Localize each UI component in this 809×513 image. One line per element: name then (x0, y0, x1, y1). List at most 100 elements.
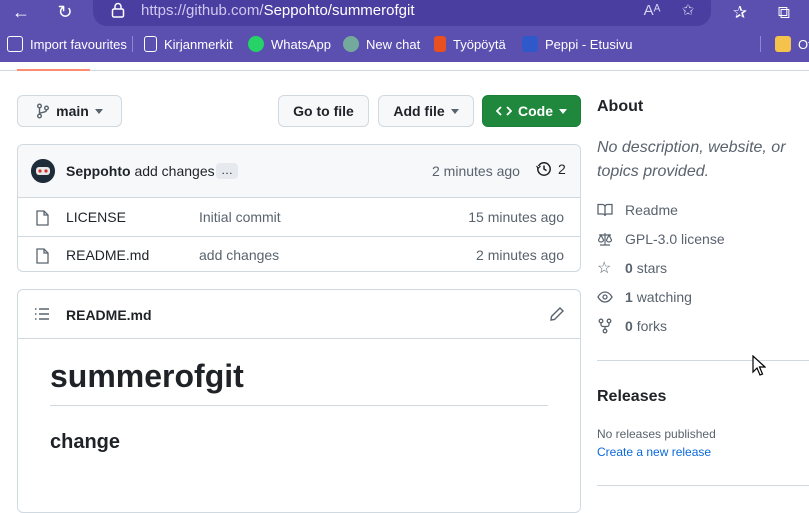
create-release-link[interactable]: Create a new release (597, 445, 711, 459)
fav-tyopoyta[interactable]: Työpöytä (434, 35, 506, 53)
refresh-icon[interactable]: ↻ (52, 0, 78, 24)
pencil-icon[interactable] (549, 306, 565, 322)
forks-count: 0 (625, 318, 633, 334)
add-file-button[interactable]: Add file (378, 95, 474, 127)
branch-select-button[interactable]: main (17, 95, 122, 127)
file-name[interactable]: LICENSE (66, 209, 126, 225)
github-repo-page: main Go to file Add file Code Seppohto a… (0, 62, 809, 513)
page-icon (144, 36, 157, 52)
code-label: Code (518, 103, 553, 119)
heading-divider (50, 405, 548, 406)
readme-link[interactable]: Readme (597, 200, 678, 220)
history-icon (536, 162, 551, 176)
tab-underline (0, 70, 809, 71)
releases-title[interactable]: Releases (597, 388, 666, 406)
fav-folder[interactable]: Ot (775, 35, 809, 53)
address-bar[interactable]: https://github.com/Seppohto/summerofgit … (93, 0, 711, 26)
go-to-file-label: Go to file (293, 103, 354, 119)
readme-subheading: change (50, 431, 121, 453)
lock-icon (111, 2, 125, 18)
collections-icon[interactable]: ⧉ (772, 2, 796, 24)
whatsapp-icon (248, 36, 264, 52)
license-link[interactable]: GPL-3.0 license (597, 229, 725, 249)
file-commit-message[interactable]: add changes (199, 247, 279, 263)
fav-label: Kirjanmerkit (164, 36, 233, 52)
readme-label: Readme (625, 202, 678, 218)
file-icon (36, 248, 49, 264)
stars-label: stars (636, 260, 668, 276)
branch-name: main (56, 103, 89, 119)
commit-time: 2 minutes ago (432, 163, 520, 179)
fav-label: New chat (366, 36, 421, 52)
readme-panel: README.md summerofgit change (17, 289, 581, 513)
watching-link[interactable]: 1 watching (597, 287, 692, 307)
file-list: Seppohto add changes … 2 minutes ago 2 L… (17, 144, 581, 272)
star-icon: ☆ (597, 260, 612, 277)
fav-label: Työpöytä (453, 36, 506, 52)
about-description: No description, website, or topics provi… (597, 139, 786, 180)
file-name[interactable]: README.md (66, 247, 149, 263)
code-button[interactable]: Code (482, 95, 581, 127)
fav-label: Ot (798, 36, 809, 52)
read-aloud-icon[interactable]: Aᴬ (641, 0, 663, 22)
tab-active-indicator (17, 69, 90, 71)
commit-author[interactable]: Seppohto (66, 163, 131, 179)
watching-count: 1 (625, 289, 633, 305)
stars-link[interactable]: ☆ 0 stars (597, 258, 667, 278)
peppi-icon (522, 36, 538, 52)
readme-filename: README.md (66, 307, 152, 323)
latest-commit-bar: Seppohto add changes … 2 minutes ago 2 (18, 145, 580, 198)
stars-count: 0 (625, 260, 633, 276)
law-icon (597, 233, 613, 246)
fav-whatsapp[interactable]: WhatsApp (248, 35, 331, 53)
add-file-label: Add file (393, 103, 445, 119)
about-title: About (597, 98, 644, 115)
file-time: 15 minutes ago (468, 209, 564, 225)
avatar[interactable] (31, 159, 55, 183)
fav-label: Peppi - Etusivu (545, 36, 633, 52)
moodle-icon (434, 36, 446, 52)
code-icon (496, 106, 512, 116)
releases-empty-text: No releases published (597, 427, 716, 441)
list-icon[interactable] (34, 307, 50, 321)
file-commit-message[interactable]: Initial commit (199, 209, 281, 225)
forks-link[interactable]: 0 forks (597, 316, 667, 336)
fork-icon (598, 318, 612, 334)
chevron-down-icon (559, 108, 567, 114)
favorites-bar: Import favourites Kirjanmerkit WhatsApp … (0, 26, 809, 62)
fav-label: WhatsApp (271, 36, 331, 52)
license-label: GPL-3.0 license (625, 231, 725, 247)
file-row[interactable]: README.md add changes 2 minutes ago (18, 236, 580, 273)
readme-header: README.md (18, 290, 580, 339)
divider (760, 36, 761, 52)
go-to-file-button[interactable]: Go to file (278, 95, 369, 127)
file-time: 2 minutes ago (476, 247, 564, 263)
commit-summary: Seppohto add changes (66, 163, 215, 179)
sidebar-divider (597, 360, 809, 361)
sidebar-divider (597, 485, 809, 486)
eye-icon (597, 291, 613, 303)
book-icon (597, 203, 613, 217)
url-text: https://github.com/Seppohto/summerofgit (141, 2, 415, 19)
commit-expand-button[interactable]: … (216, 163, 238, 179)
readme-heading: summerofgit (50, 358, 244, 394)
chatgpt-icon (343, 36, 359, 52)
forks-label: forks (636, 318, 668, 334)
favorites-icon[interactable]: ✰ (728, 2, 752, 24)
branch-icon (37, 103, 50, 119)
fav-new-chat[interactable]: New chat (343, 35, 420, 53)
fav-peppi[interactable]: Peppi - Etusivu (522, 35, 632, 53)
back-icon[interactable]: ← (8, 0, 34, 24)
chevron-down-icon (450, 108, 459, 114)
fav-label: Import favourites (30, 36, 127, 52)
commit-history-link[interactable]: 2 (536, 161, 566, 177)
mouse-cursor-icon (752, 355, 766, 376)
fav-kirjanmerkit[interactable]: Kirjanmerkit (144, 35, 233, 53)
import-icon (7, 36, 23, 52)
chevron-down-icon (94, 108, 103, 114)
file-row[interactable]: LICENSE Initial commit 15 minutes ago (18, 199, 580, 236)
add-favorite-icon[interactable]: ✩ (677, 0, 699, 22)
fav-import[interactable]: Import favourites (7, 35, 127, 53)
commit-message[interactable]: add changes (134, 163, 214, 179)
folder-icon (775, 36, 791, 52)
